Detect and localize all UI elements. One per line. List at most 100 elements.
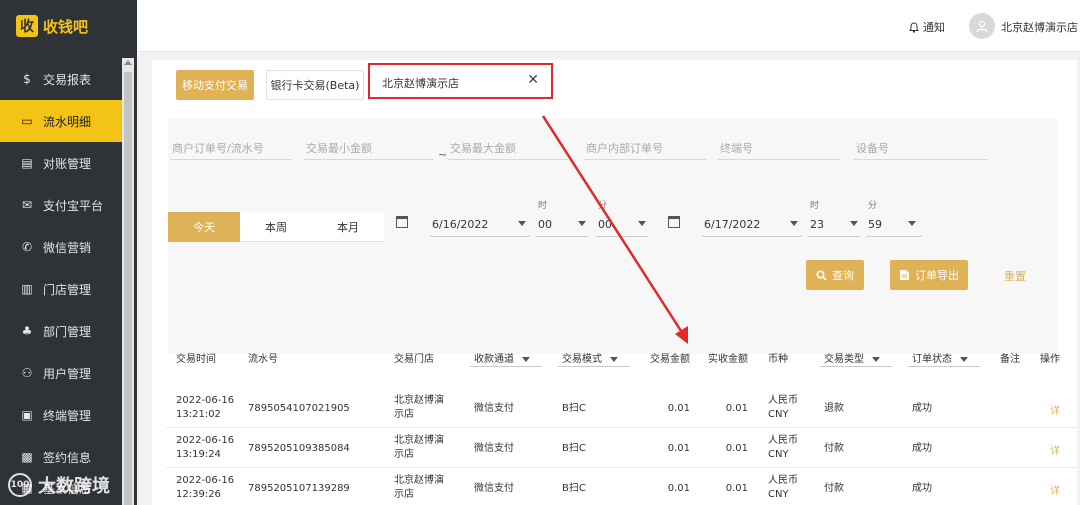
document-export-icon xyxy=(900,270,909,280)
end-min-value[interactable]: 59 xyxy=(868,218,882,231)
chevron-down-icon[interactable] xyxy=(522,356,530,362)
this-week-button[interactable]: 本周 xyxy=(240,212,312,242)
scroll-up-arrow-icon[interactable] xyxy=(124,60,132,65)
tab-mobile-payment[interactable]: 移动支付交易 xyxy=(176,70,254,100)
chevron-down-icon[interactable] xyxy=(518,221,526,226)
filter-area: 商户订单号/流水号 交易最小金额 ~ 交易最大金额 商户内部订单号 终端号 设备… xyxy=(168,118,1058,354)
chevron-down-icon[interactable] xyxy=(872,356,880,362)
table-row[interactable]: 2022-06-16 13:21:02 7895054107021905 北京赵… xyxy=(166,388,1077,428)
sidebar-item-terminal[interactable]: ▣ 终端管理 xyxy=(0,394,122,436)
terminal-no-input[interactable]: 终端号 xyxy=(718,140,840,160)
reset-button[interactable]: 重置 xyxy=(1004,268,1026,284)
chevron-down-icon[interactable] xyxy=(960,356,968,362)
order-no-input[interactable]: 商户订单号/流水号 xyxy=(170,140,292,160)
cell-status: 成功 xyxy=(912,483,932,494)
chevron-down-icon[interactable] xyxy=(790,221,798,226)
cell-channel: 微信支付 xyxy=(474,403,514,414)
watermark-text: 大数跨境 xyxy=(38,476,110,497)
cell-received: 0.01 xyxy=(725,403,748,414)
chevron-down-icon[interactable] xyxy=(638,221,646,226)
sidebar-item-users[interactable]: ⚇ 用户管理 xyxy=(0,352,122,394)
chevron-down-icon[interactable] xyxy=(850,221,858,226)
users-icon: ⚇ xyxy=(21,366,33,380)
logo-text: 收钱吧 xyxy=(43,17,89,36)
cell-store-line2: 示店 xyxy=(394,409,414,420)
col-header-mode[interactable]: 交易模式 xyxy=(562,350,618,365)
sidebar-scrollbar[interactable] xyxy=(122,58,134,505)
calendar-icon[interactable] xyxy=(396,216,408,228)
start-min-value[interactable]: 00 xyxy=(598,218,612,231)
col-header-remark: 备注 xyxy=(1000,354,1020,365)
sidebar-item-store-management[interactable]: ▥ 门店管理 xyxy=(0,268,122,310)
col-header-action: 操作 xyxy=(1040,354,1060,365)
detail-link[interactable]: 详 xyxy=(1050,482,1060,497)
avatar[interactable] xyxy=(969,13,995,39)
table-row[interactable]: 2022-06-16 12:39:26 7895205107139289 北京赵… xyxy=(166,468,1077,505)
detail-link[interactable]: 详 xyxy=(1050,442,1060,457)
end-date-value[interactable]: 6/17/2022 xyxy=(704,218,760,231)
cell-status: 成功 xyxy=(912,443,932,454)
user-icon xyxy=(976,20,988,33)
close-icon[interactable]: ✕ xyxy=(527,72,539,88)
cell-currency-line1: 人民币 xyxy=(768,475,798,486)
cell-store-line1: 北京赵博演 xyxy=(394,395,444,406)
card-icon: ▭ xyxy=(21,114,33,128)
device-no-input[interactable]: 设备号 xyxy=(854,140,988,160)
table-row[interactable]: 2022-06-16 13:19:24 7895205109385084 北京赵… xyxy=(166,428,1077,468)
terminal-icon: ▣ xyxy=(21,408,33,422)
sidebar-item-department[interactable]: ♣ 部门管理 xyxy=(0,310,122,352)
export-button[interactable]: 订单导出 xyxy=(890,260,968,290)
dollar-icon: $ xyxy=(23,72,31,86)
tab-bank-card[interactable]: 银行卡交易(Beta) xyxy=(266,70,364,100)
sidebar-item-transaction-report[interactable]: $ 交易报表 xyxy=(0,58,122,100)
col-header-amount: 交易金额 xyxy=(650,354,690,365)
internal-order-input[interactable]: 商户内部订单号 xyxy=(584,140,706,160)
cell-store-line1: 北京赵博演 xyxy=(394,435,444,446)
start-hour-value[interactable]: 00 xyxy=(538,218,552,231)
cell-date: 2022-06-16 xyxy=(176,475,235,486)
sidebar-item-wechat-marketing[interactable]: ✆ 微信营销 xyxy=(0,226,122,268)
chevron-down-icon[interactable] xyxy=(908,221,916,226)
sidebar-item-label: 对账管理 xyxy=(43,156,92,171)
col-header-status[interactable]: 订单状态 xyxy=(912,350,968,365)
max-amount-input[interactable]: 交易最大金额 xyxy=(448,140,568,160)
search-icon xyxy=(816,269,827,281)
scroll-thumb[interactable] xyxy=(124,72,132,505)
notification-button[interactable]: 通知 xyxy=(909,19,945,35)
status-header-underline xyxy=(908,366,980,367)
type-header-underline xyxy=(820,366,892,367)
end-min-label: 分 xyxy=(868,201,878,211)
end-hour-value[interactable]: 23 xyxy=(810,218,824,231)
app-logo[interactable]: 收 收钱吧 xyxy=(0,0,137,52)
cell-serial: 7895054107021905 xyxy=(248,403,350,414)
calendar-icon[interactable] xyxy=(668,216,680,228)
search-button[interactable]: 查询 xyxy=(806,260,864,290)
range-tilde: ~ xyxy=(438,148,448,161)
end-min-underline xyxy=(866,236,922,237)
min-amount-input[interactable]: 交易最小金额 xyxy=(304,140,434,160)
sidebar-item-reconciliation[interactable]: ▤ 对账管理 xyxy=(0,142,122,184)
this-month-button[interactable]: 本月 xyxy=(312,212,384,242)
col-header-channel[interactable]: 收款通道 xyxy=(474,350,530,365)
sidebar-item-label: 微信营销 xyxy=(43,240,92,255)
detail-link[interactable]: 详 xyxy=(1050,402,1060,417)
sidebar-item-label: 用户管理 xyxy=(43,366,92,381)
chevron-down-icon[interactable] xyxy=(610,356,618,362)
start-date-value[interactable]: 6/16/2022 xyxy=(432,218,488,231)
col-header-serial: 流水号 xyxy=(248,354,278,365)
user-name[interactable]: 北京赵博演示店 xyxy=(1001,19,1078,35)
notification-label: 通知 xyxy=(923,21,945,34)
today-button[interactable]: 今天 xyxy=(168,212,240,242)
cell-date: 2022-06-16 xyxy=(176,435,235,446)
col-header-type[interactable]: 交易类型 xyxy=(824,350,880,365)
sidebar-item-alipay[interactable]: ✉ 支付宝平台 xyxy=(0,184,122,226)
sidebar-item-flow-detail[interactable]: ▭ 流水明细 xyxy=(0,100,122,142)
store-selector-highlighted[interactable]: 北京赵博演示店 ✕ xyxy=(368,63,553,99)
cell-currency-line2: CNY xyxy=(768,449,789,460)
chevron-down-icon[interactable] xyxy=(578,221,586,226)
start-hour-label: 时 xyxy=(538,201,548,211)
cell-amount: 0.01 xyxy=(667,483,690,494)
cell-currency-line1: 人民币 xyxy=(768,395,798,406)
end-date-underline xyxy=(702,236,802,237)
col-header-mode-label: 交易模式 xyxy=(562,354,602,365)
